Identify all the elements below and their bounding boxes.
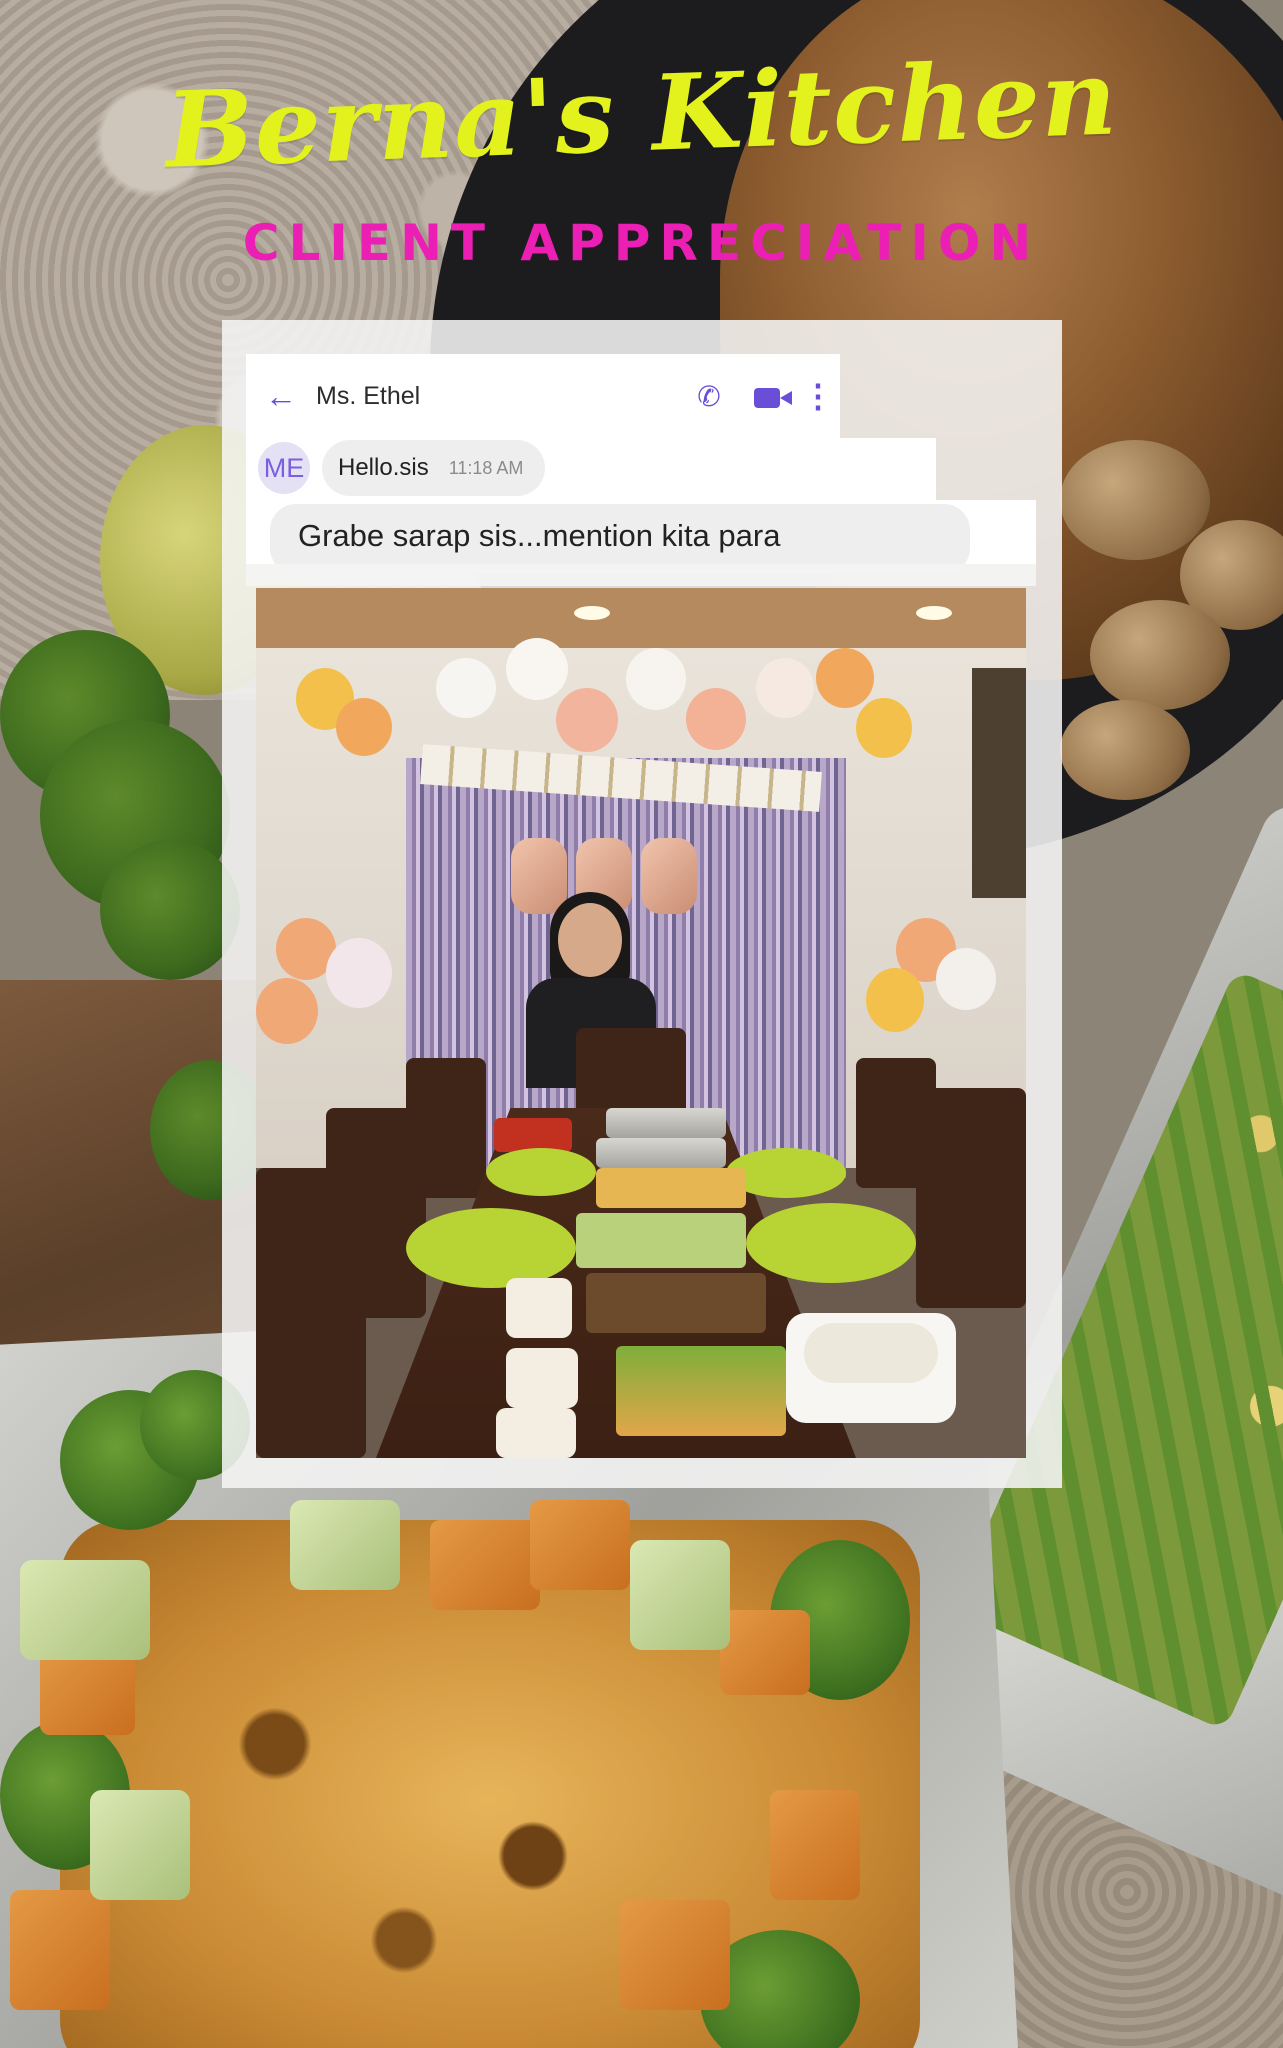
message-text: Hello.sis [338,454,429,481]
placemat [746,1203,916,1283]
food-tray [596,1138,726,1168]
balloon [326,938,392,1008]
roast-potato [1060,440,1210,560]
food-tray [606,1108,726,1138]
balloon [936,948,996,1010]
ceiling-light [916,606,952,620]
foil-letter-balloon [641,838,697,914]
balloon [436,658,496,718]
dessert-cup [506,1278,572,1338]
poster-subtitle: CLIENT APPRECIATION [242,214,1041,272]
wall-painting [972,668,1026,898]
vegetable-casserole [616,1346,786,1436]
chat-header: ← Ms. Ethel ✆ ⋮ [246,354,840,438]
message-text: Grabe sarap sis...mention kita para [298,518,781,553]
dining-chair [576,1028,686,1118]
dessert-cup [506,1348,578,1408]
placemat [486,1148,596,1196]
chayote-cube [290,1500,400,1590]
avatar[interactable]: ME [258,442,310,494]
carrot-cube [530,1500,630,1590]
ceiling [256,588,1026,648]
chayote-cube [630,1540,730,1650]
back-arrow-icon[interactable]: ← [246,378,316,415]
balloon [856,698,912,758]
balloon [686,688,746,750]
dining-chair [406,1058,486,1198]
guest-face [558,903,622,977]
balloon [256,978,318,1044]
card-divider [246,564,1036,586]
ceiling-light [574,606,610,620]
carrot-cube [430,1520,540,1610]
chayote-cube [20,1560,150,1660]
placemat [406,1208,576,1288]
more-vertical-icon[interactable]: ⋮ [796,377,840,415]
parsley [100,840,240,980]
message-bubble[interactable]: Hello.sis 11:18 AM [322,440,546,496]
balloon [336,698,392,756]
balloon [626,648,686,710]
dining-chair [916,1088,1026,1308]
contact-name[interactable]: Ms. Ethel [316,382,680,411]
chayote-cube [90,1790,190,1900]
balloon [756,658,814,718]
carrot-cube [10,1890,110,2010]
salad-dish [576,1213,746,1268]
party-photo [256,588,1026,1458]
baked-dish [596,1168,746,1208]
carrot-cube [720,1610,810,1695]
phone-icon[interactable]: ✆ [680,380,738,413]
video-call-icon[interactable] [738,380,796,412]
balloon [866,968,924,1032]
roast-potato [1090,600,1230,710]
carrot-cube [770,1790,860,1900]
balloon [816,648,874,708]
dessert-cup [496,1408,576,1458]
roast-dish [586,1273,766,1333]
balloon [556,688,618,752]
foil-letter-balloon [511,838,567,914]
message-timestamp: 11:18 AM [448,457,524,478]
plate-stack [494,1118,572,1152]
carrot-cube [620,1900,730,2010]
roast-potato [1060,700,1190,800]
balloon [506,638,568,700]
steamed-rice [804,1323,938,1383]
